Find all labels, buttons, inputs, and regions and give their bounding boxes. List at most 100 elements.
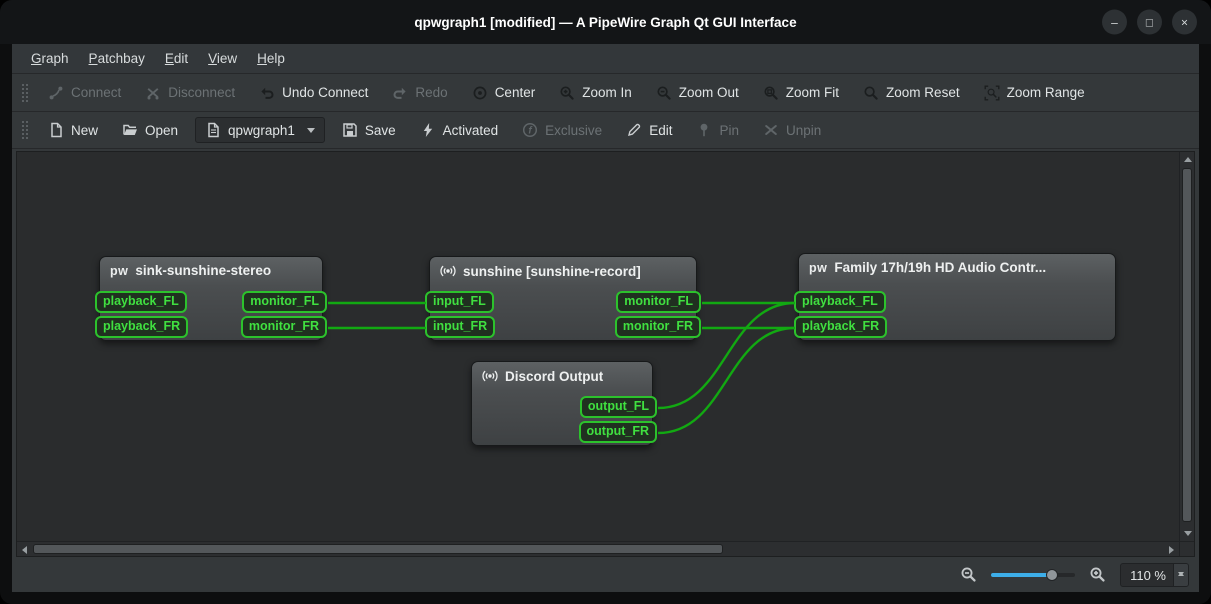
- port-in-playback-fr[interactable]: playback_FR: [95, 316, 188, 338]
- toolbar-graph: Connect Disconnect Undo Connect Redo Center Z…: [12, 74, 1199, 112]
- node-title: sunshine [sunshine-record]: [463, 264, 641, 279]
- redo-button[interactable]: Redo: [385, 80, 454, 106]
- scroll-down-button[interactable]: [1180, 526, 1195, 541]
- unpin-button[interactable]: Unpin: [756, 117, 828, 143]
- status-bar: 110 %: [12, 557, 1199, 592]
- connect-button[interactable]: Connect: [41, 80, 128, 106]
- toolbar-label: Save: [365, 123, 396, 138]
- open-button[interactable]: Open: [115, 117, 185, 143]
- unpin-icon: [763, 122, 779, 138]
- toolbar-label: Zoom Range: [1007, 85, 1085, 100]
- port-in-playback-fl[interactable]: playback_FL: [794, 291, 886, 313]
- down-arrow-icon: [1184, 531, 1192, 536]
- scroll-up-button[interactable]: [1180, 152, 1195, 167]
- menu-edit[interactable]: Edit: [156, 47, 197, 70]
- port-out-monitor-fr[interactable]: monitor_FR: [241, 316, 327, 338]
- close-icon: ×: [1181, 16, 1188, 28]
- menu-graph[interactable]: Graph: [22, 47, 78, 70]
- port-in-playback-fl[interactable]: playback_FL: [95, 291, 187, 313]
- zoom-range-icon: [984, 85, 1000, 101]
- undo-connect-button[interactable]: Undo Connect: [252, 80, 375, 106]
- toolbar-label: Disconnect: [168, 85, 235, 100]
- zoom-slider-handle[interactable]: [1046, 569, 1058, 581]
- port-in-input-fr[interactable]: input_FR: [425, 316, 495, 338]
- redo-icon: [392, 85, 408, 101]
- scroll-left-button[interactable]: [17, 542, 32, 557]
- zoom-slider[interactable]: [991, 567, 1075, 583]
- app-window: qpwgraph1 [modified] — A PipeWire Graph …: [0, 0, 1211, 604]
- scrollbar-corner: [1179, 541, 1194, 556]
- title-bar[interactable]: qpwgraph1 [modified] — A PipeWire Graph …: [0, 0, 1211, 44]
- zoom-reset-button[interactable]: Zoom Reset: [856, 80, 967, 106]
- edit-button[interactable]: Edit: [619, 117, 679, 143]
- pipewire-icon: pw: [809, 261, 827, 275]
- node-sink[interactable]: pwsink-sunshine-stereoplayback_FLplaybac…: [99, 256, 323, 341]
- zoom-slider-track[interactable]: [991, 573, 1075, 577]
- port-out-output-fl[interactable]: output_FL: [580, 396, 657, 418]
- menu-patchbay[interactable]: Patchbay: [80, 47, 154, 70]
- toolbar-patchbay: New Open qpwgraph1 Save Activated f Exclusive E…: [12, 112, 1199, 149]
- exclusive-icon: f: [522, 122, 538, 138]
- node-family[interactable]: pwFamily 17h/19h HD Audio Contr...playba…: [798, 253, 1116, 341]
- right-arrow-icon: [1169, 546, 1174, 554]
- zoom-spinbox[interactable]: 110 %: [1120, 563, 1189, 587]
- vertical-scroll-thumb[interactable]: [1182, 168, 1192, 522]
- up-arrow-icon: [1184, 157, 1192, 162]
- pin-icon: [696, 122, 712, 138]
- zoom-out-icon[interactable]: [960, 566, 977, 583]
- menu-view[interactable]: View: [199, 47, 246, 70]
- port-in-playback-fr[interactable]: playback_FR: [794, 316, 887, 338]
- new-button[interactable]: New: [41, 117, 105, 143]
- save-button[interactable]: Save: [335, 117, 403, 143]
- toolbar-label: Unpin: [786, 123, 821, 138]
- menu-help[interactable]: Help: [248, 47, 294, 70]
- horizontal-scrollbar[interactable]: [17, 541, 1179, 556]
- disconnect-button[interactable]: Disconnect: [138, 80, 242, 106]
- scroll-right-button[interactable]: [1164, 542, 1179, 557]
- zoom-range-button[interactable]: Zoom Range: [977, 80, 1092, 106]
- toolbar-label: Zoom Reset: [886, 85, 960, 100]
- port-in-input-fl[interactable]: input_FL: [425, 291, 494, 313]
- zoom-spin-down-button[interactable]: [1178, 576, 1184, 594]
- toolbar-label: Activated: [443, 123, 499, 138]
- open-icon: [122, 122, 138, 138]
- port-out-monitor-fl[interactable]: monitor_FL: [242, 291, 327, 313]
- zoom-in-button[interactable]: Zoom In: [552, 80, 639, 106]
- close-button[interactable]: ×: [1172, 10, 1197, 35]
- port-out-monitor-fl[interactable]: monitor_FL: [616, 291, 701, 313]
- toolbar-label: Open: [145, 123, 178, 138]
- vertical-scrollbar[interactable]: [1179, 152, 1194, 541]
- new-icon: [48, 122, 64, 138]
- graph-canvas[interactable]: pwsink-sunshine-stereoplayback_FLplaybac…: [16, 151, 1195, 557]
- toolbar-handle-icon[interactable]: [21, 119, 28, 141]
- horizontal-scroll-thumb[interactable]: [33, 544, 723, 554]
- undo-icon: [259, 85, 275, 101]
- toolbar-handle-icon[interactable]: [21, 82, 28, 104]
- minimize-button[interactable]: –: [1102, 10, 1127, 35]
- node-sunshine[interactable]: sunshine [sunshine-record]input_FLinput_…: [429, 256, 697, 341]
- pin-button[interactable]: Pin: [689, 117, 746, 143]
- node-title: Family 17h/19h HD Audio Contr...: [834, 260, 1046, 275]
- port-out-output-fr[interactable]: output_FR: [579, 421, 657, 443]
- patchbay-select[interactable]: qpwgraph1: [195, 117, 325, 143]
- activated-button[interactable]: Activated: [413, 117, 506, 143]
- port-out-monitor-fr[interactable]: monitor_FR: [615, 316, 701, 338]
- center-button[interactable]: Center: [465, 80, 543, 106]
- minimize-icon: –: [1111, 16, 1118, 28]
- toolbar-label: Exclusive: [545, 123, 602, 138]
- zoom-fit-button[interactable]: Zoom Fit: [756, 80, 846, 106]
- zoom-spin-up-button[interactable]: [1178, 555, 1184, 573]
- toolbar-label: Connect: [71, 85, 121, 100]
- zoom-in-icon[interactable]: [1089, 566, 1106, 583]
- zoom-reset-icon: [863, 85, 879, 101]
- toolbar-label: Zoom In: [582, 85, 632, 100]
- exclusive-button[interactable]: f Exclusive: [515, 117, 609, 143]
- left-arrow-icon: [22, 546, 27, 554]
- patchbay-file-icon: [205, 122, 221, 138]
- edit-icon: [626, 122, 642, 138]
- node-discord[interactable]: Discord Outputoutput_FLoutput_FR: [471, 361, 653, 446]
- maximize-button[interactable]: □: [1137, 10, 1162, 35]
- save-icon: [342, 122, 358, 138]
- toolbar-label: Undo Connect: [282, 85, 368, 100]
- zoom-out-button[interactable]: Zoom Out: [649, 80, 746, 106]
